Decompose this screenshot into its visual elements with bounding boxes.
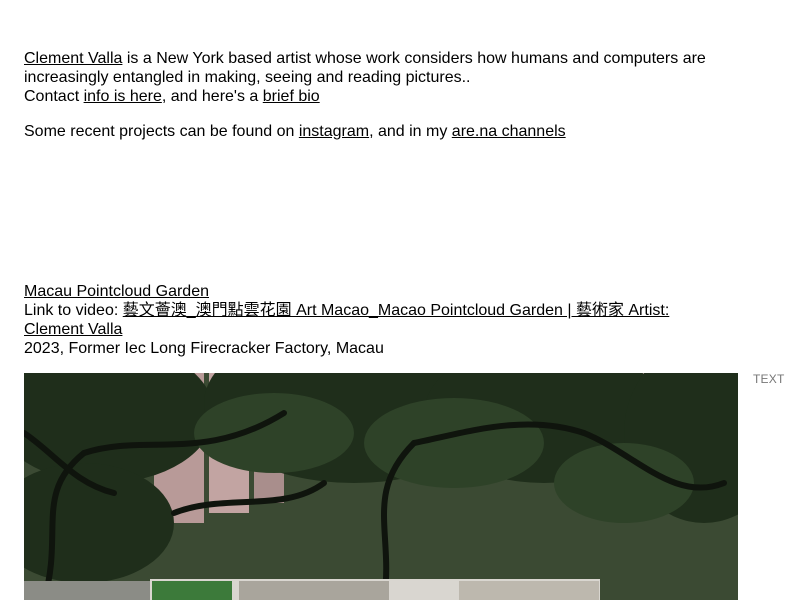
artist-name-link[interactable]: Clement Valla: [24, 50, 122, 67]
contact-middle: , and here's a: [161, 88, 263, 105]
recent-projects-line: Some recent projects can be found on ins…: [24, 122, 566, 141]
intro-section: Clement Valla is a New York based artist…: [24, 49, 744, 106]
video-prefix: Link to video:: [24, 302, 123, 319]
project-video-line: Link to video: 藝文薈澳_澳門點雲花園 Art Macao_Mac…: [24, 301, 724, 339]
side-text-label: TEXT: [753, 372, 785, 386]
project-photo-image: [24, 373, 738, 600]
arena-channels-link[interactable]: are.na channels: [452, 123, 566, 140]
contact-prefix: Contact: [24, 88, 84, 105]
project-title-link[interactable]: Macau Pointcloud Garden: [24, 283, 209, 300]
project-details: 2023, Former Iec Long Firecracker Factor…: [24, 340, 384, 357]
intro-bio-text: is a New York based artist whose work co…: [24, 50, 706, 86]
instagram-link[interactable]: instagram: [299, 123, 369, 140]
bio-link[interactable]: brief bio: [263, 88, 320, 105]
project-title-line: Macau Pointcloud Garden: [24, 282, 724, 301]
contact-line: Contact info is here, and here's a brief…: [24, 87, 744, 106]
project-photo[interactable]: [24, 373, 738, 600]
recent-middle: , and in my: [369, 123, 452, 140]
recent-prefix: Some recent projects can be found on: [24, 123, 299, 140]
project-entry: Macau Pointcloud Garden Link to video: 藝…: [24, 282, 724, 358]
intro-paragraph: Clement Valla is a New York based artist…: [24, 49, 744, 87]
info-link[interactable]: info is here: [84, 88, 162, 105]
